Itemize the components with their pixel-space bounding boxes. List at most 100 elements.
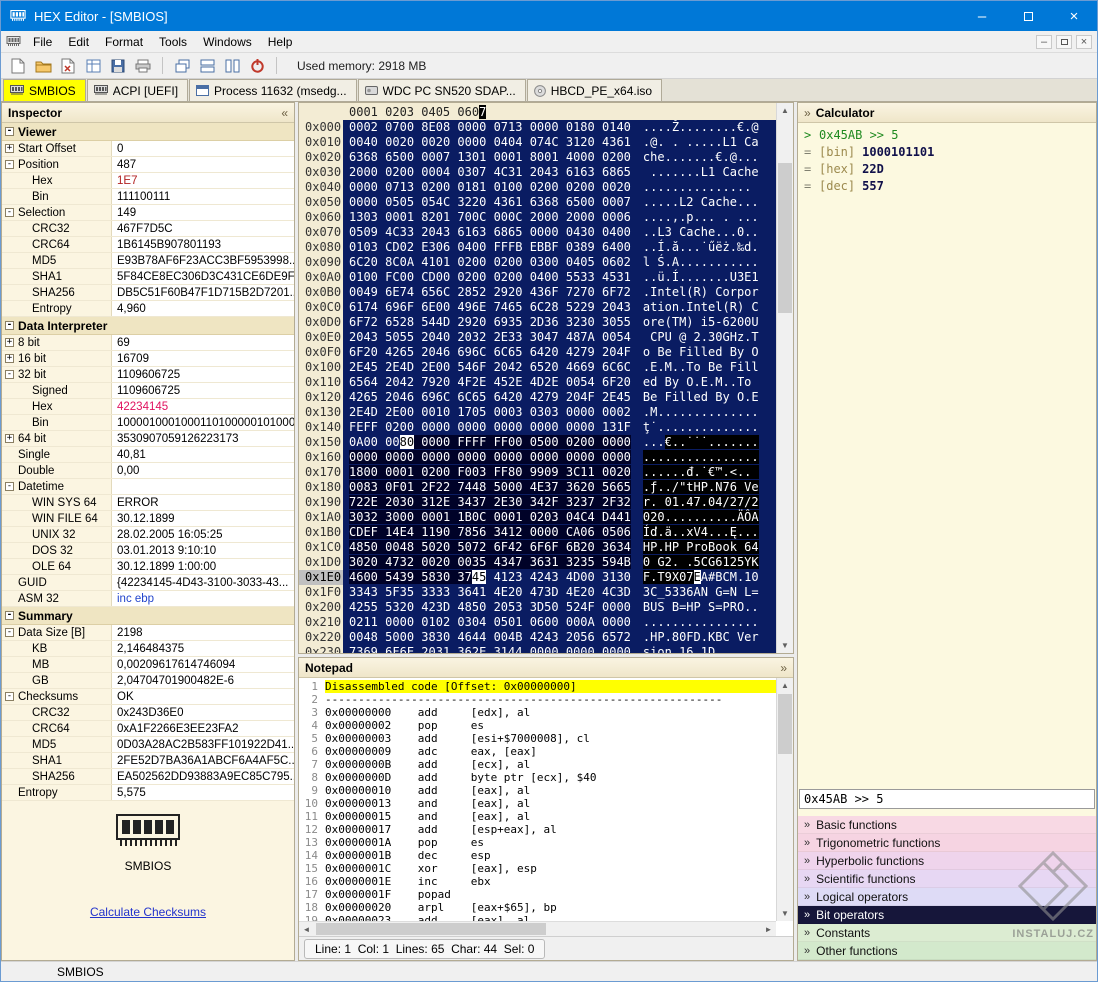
expand-toggle-icon[interactable]: +	[5, 434, 14, 443]
hex-row[interactable]: 0x0400000 0713 0200 0181 0100 0200 0200 …	[299, 180, 776, 195]
hex-row[interactable]: 0x0A00100 FC00 CD00 0200 0200 0400 5533 …	[299, 270, 776, 285]
hex-row[interactable]: 0x0302000 0200 0004 0307 4C31 2043 6163 …	[299, 165, 776, 180]
hex-row[interactable]: 0x1E04600 5439 5830 3745 4123 4243 4D00 …	[299, 570, 776, 585]
hex-row[interactable]: 0x0F06F20 4265 2046 696C 6C65 6420 4279 …	[299, 345, 776, 360]
hex-row[interactable]: 0x1F03343 5F35 3333 3641 4E20 473D 4E20 …	[299, 585, 776, 600]
hex-row[interactable]: 0x1002E45 2E4D 2E00 546F 2042 6520 4669 …	[299, 360, 776, 375]
inspector-section-summary[interactable]: -Summary	[2, 607, 294, 625]
scrollbar-thumb[interactable]	[778, 694, 792, 754]
collapse-panel-icon[interactable]: «	[281, 106, 288, 120]
menu-format[interactable]: Format	[97, 32, 151, 52]
collapse-toggle-icon[interactable]: -	[5, 692, 14, 701]
expand-toggle-icon[interactable]: +	[5, 144, 14, 153]
mdi-close-icon[interactable]: ×	[1076, 35, 1092, 49]
category-trigonometric-functions[interactable]: »Trigonometric functions	[798, 834, 1096, 852]
tab-smbios[interactable]: SMBIOS	[3, 79, 86, 101]
expand-toggle-icon[interactable]: +	[5, 338, 14, 347]
scroll-up-icon[interactable]: ▲	[777, 103, 793, 118]
hex-row[interactable]: 0x0500000 0505 054C 3220 4361 6368 6500 …	[299, 195, 776, 210]
hex-row[interactable]: 0x0E02043 5055 2040 2032 2E33 3047 487A …	[299, 330, 776, 345]
tile-horizontal-icon[interactable]	[196, 56, 218, 76]
print-icon[interactable]	[132, 56, 154, 76]
expand-toggle-icon[interactable]: +	[5, 354, 14, 363]
hex-row[interactable]: 0x1B0CDEF 14E4 1190 7856 3412 0000 CA06 …	[299, 525, 776, 540]
hex-row[interactable]: 0x0906C20 8C0A 4101 0200 0200 0300 0405 …	[299, 255, 776, 270]
hex-row[interactable]: 0x1204265 2046 696C 6C65 6420 4279 204F …	[299, 390, 776, 405]
minimize-icon[interactable]: –	[959, 1, 1005, 31]
scroll-up-icon[interactable]: ▲	[777, 678, 793, 693]
menu-tools[interactable]: Tools	[151, 32, 195, 52]
scroll-left-icon[interactable]: ◄	[299, 922, 314, 937]
hex-row[interactable]: 0x140FEFF 0200 0000 0000 0000 0000 0000 …	[299, 420, 776, 435]
mdi-minimize-icon[interactable]: –	[1036, 35, 1052, 49]
grid-view-icon[interactable]	[82, 56, 104, 76]
close-file-icon[interactable]	[57, 56, 79, 76]
category-hyperbolic-functions[interactable]: »Hyperbolic functions	[798, 852, 1096, 870]
scrollbar-thumb[interactable]	[778, 163, 792, 313]
scroll-down-icon[interactable]: ▼	[777, 906, 793, 921]
mdi-restore-icon[interactable]	[1056, 35, 1072, 49]
hex-row[interactable]: 0x0800103 CD02 E306 0400 FFFB EBBF 0389 …	[299, 240, 776, 255]
hex-row[interactable]: 0x0B00049 6E74 656C 2852 2920 436F 7270 …	[299, 285, 776, 300]
menu-edit[interactable]: Edit	[60, 32, 97, 52]
hex-row[interactable]: 0x1C04850 0048 5020 5072 6F42 6F6F 6B20 …	[299, 540, 776, 555]
tab-wdc-pc-sn520-sdap[interactable]: WDC PC SN520 SDAP...	[358, 79, 526, 101]
hex-row[interactable]: 0x0601303 0001 8201 700C 000C 2000 2000 …	[299, 210, 776, 225]
tab-hbcd-pe-x64-iso[interactable]: HBCD_PE_x64.iso	[527, 79, 662, 101]
hex-row[interactable]: 0x0C06174 696F 6E00 496E 7465 6C28 5229 …	[299, 300, 776, 315]
hex-row[interactable]: 0x1500A00 0080 0000 FFFF FF00 0500 0200 …	[299, 435, 776, 450]
notepad-editor[interactable]: 1Disassembled code [Offset: 0x00000000]2…	[299, 678, 776, 921]
notepad-vertical-scrollbar[interactable]: ▲ ▼	[776, 678, 793, 921]
inspector-section-viewer[interactable]: -Viewer	[2, 123, 294, 141]
tab-acpi-uefi[interactable]: ACPI [UEFI]	[87, 79, 188, 101]
hex-row[interactable]: 0x2307369 6F6E 2031 362E 3144 0000 0000 …	[299, 645, 776, 653]
calculator-input[interactable]	[799, 789, 1095, 809]
hex-row[interactable]: 0x2200048 5000 3830 4644 004B 4243 2056 …	[299, 630, 776, 645]
hex-grid[interactable]: 0x0000002 0700 8E08 0000 0713 0000 0180 …	[299, 120, 776, 653]
menu-file[interactable]: File	[25, 32, 60, 52]
collapse-toggle-icon[interactable]: -	[5, 482, 14, 491]
hex-row[interactable]: 0x1106564 2042 7920 4F2E 452E 4D2E 0054 …	[299, 375, 776, 390]
hex-row[interactable]: 0x0100040 0020 0020 0000 0404 074C 3120 …	[299, 135, 776, 150]
pin-panel-icon[interactable]: »	[780, 661, 787, 675]
close-icon[interactable]: ×	[1051, 1, 1097, 31]
collapse-toggle-icon[interactable]: -	[5, 628, 14, 637]
pin-panel-icon[interactable]: »	[804, 106, 811, 120]
category-constants[interactable]: »Constants	[798, 924, 1096, 942]
inspector-section-data-interpreter[interactable]: -Data Interpreter	[2, 317, 294, 335]
hex-row[interactable]: 0x1302E4D 2E00 0010 1705 0003 0303 0000 …	[299, 405, 776, 420]
tile-vertical-icon[interactable]	[221, 56, 243, 76]
collapse-toggle-icon[interactable]: -	[5, 611, 14, 620]
collapse-toggle-icon[interactable]: -	[5, 127, 14, 136]
scroll-right-icon[interactable]: ►	[761, 922, 776, 937]
hex-row[interactable]: 0x1A03032 3000 0001 1B0C 0001 0203 04C4 …	[299, 510, 776, 525]
category-scientific-functions[interactable]: »Scientific functions	[798, 870, 1096, 888]
hex-row[interactable]: 0x0700509 4C33 2043 6163 6865 0000 0430 …	[299, 225, 776, 240]
category-bit-operators[interactable]: »Bit operators	[798, 906, 1096, 924]
hex-row[interactable]: 0x2004255 5320 423D 4850 2053 3D50 524F …	[299, 600, 776, 615]
hex-row[interactable]: 0x0D06F72 6528 544D 2920 6935 2D36 3230 …	[299, 315, 776, 330]
category-logical-operators[interactable]: »Logical operators	[798, 888, 1096, 906]
tab-process-11632-msedg[interactable]: Process 11632 (msedg...	[189, 79, 357, 101]
hex-row[interactable]: 0x190722E 2030 312E 3437 2E30 342F 3237 …	[299, 495, 776, 510]
category-other-functions[interactable]: »Other functions	[798, 942, 1096, 960]
hex-row[interactable]: 0x0206368 6500 0007 1301 0001 8001 4000 …	[299, 150, 776, 165]
collapse-toggle-icon[interactable]: -	[5, 321, 14, 330]
collapse-toggle-icon[interactable]: -	[5, 370, 14, 379]
calculate-checksums-link[interactable]: Calculate Checksums	[90, 905, 206, 919]
hex-row[interactable]: 0x1D03020 4732 0020 0035 4347 3631 3235 …	[299, 555, 776, 570]
hex-vertical-scrollbar[interactable]: ▲ ▼	[776, 103, 793, 653]
save-icon[interactable]	[107, 56, 129, 76]
open-file-icon[interactable]	[32, 56, 54, 76]
cascade-windows-icon[interactable]	[171, 56, 193, 76]
menu-windows[interactable]: Windows	[195, 32, 260, 52]
notepad-horizontal-scrollbar[interactable]: ◄ ►	[299, 921, 776, 936]
category-basic-functions[interactable]: »Basic functions	[798, 816, 1096, 834]
scrollbar-thumb[interactable]	[316, 923, 546, 935]
hex-row[interactable]: 0x1701800 0001 0200 F003 FF80 9909 3C11 …	[299, 465, 776, 480]
scroll-down-icon[interactable]: ▼	[777, 638, 793, 653]
hex-row[interactable]: 0x2100211 0000 0102 0304 0501 0600 000A …	[299, 615, 776, 630]
new-file-icon[interactable]	[7, 56, 29, 76]
maximize-icon[interactable]	[1005, 1, 1051, 31]
collapse-toggle-icon[interactable]: -	[5, 160, 14, 169]
